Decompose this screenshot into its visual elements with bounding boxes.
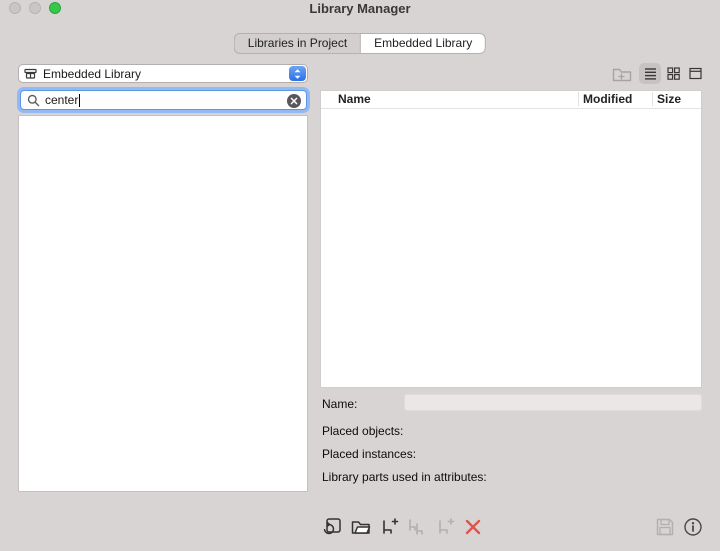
placed-objects-label: Placed objects:	[322, 424, 404, 438]
titlebar: Library Manager	[0, 0, 720, 28]
column-header-modified[interactable]: Modified	[583, 92, 632, 106]
table-body[interactable]	[321, 108, 701, 387]
search-text: center	[45, 93, 79, 107]
table-header: Name Modified Size	[321, 91, 701, 109]
list-view-icon	[644, 68, 656, 80]
save-icon	[656, 518, 674, 536]
new-folder-button[interactable]	[610, 64, 632, 84]
add-instance-button[interactable]	[431, 513, 459, 541]
single-view-icon	[688, 67, 702, 80]
library-parts-label: Library parts used in attributes:	[322, 470, 487, 484]
clear-search-button[interactable]	[287, 94, 301, 108]
tab-bar: Libraries in Project Embedded Library	[233, 33, 487, 54]
add-instance-icon	[439, 518, 455, 534]
placed-instances-label: Placed instances:	[322, 447, 417, 461]
duplicate-object-button[interactable]	[403, 513, 431, 541]
library-item-list[interactable]	[18, 115, 308, 492]
add-library-button[interactable]	[318, 513, 346, 541]
open-library-button[interactable]	[347, 513, 375, 541]
grid-view-button[interactable]	[662, 63, 684, 84]
file-table: Name Modified Size	[320, 90, 702, 388]
embedded-library-icon	[24, 67, 37, 80]
column-divider[interactable]	[578, 92, 579, 106]
delete-icon	[465, 519, 481, 535]
add-object-icon	[383, 518, 399, 534]
column-header-name[interactable]: Name	[338, 92, 371, 106]
info-button[interactable]	[679, 513, 707, 541]
library-dropdown-value: Embedded Library	[43, 66, 142, 81]
tab-embedded-library[interactable]: Embedded Library	[360, 33, 487, 54]
add-object-button[interactable]	[375, 513, 403, 541]
text-caret	[79, 93, 81, 107]
window-title: Library Manager	[309, 1, 411, 16]
delete-button[interactable]	[459, 513, 487, 541]
open-library-icon	[351, 521, 371, 534]
single-view-button[interactable]	[684, 63, 706, 84]
new-folder-icon	[612, 68, 632, 82]
list-view-button[interactable]	[639, 63, 661, 84]
column-divider[interactable]	[652, 92, 653, 106]
info-icon	[684, 518, 702, 536]
name-field[interactable]	[404, 394, 702, 411]
duplicate-object-icon	[409, 519, 423, 535]
tab-libraries-in-project[interactable]: Libraries in Project	[233, 33, 361, 54]
search-icon	[27, 94, 40, 107]
library-manager-window: Library Manager Libraries in Project Emb…	[0, 0, 720, 551]
close-icon	[290, 97, 298, 105]
search-input[interactable]: center	[20, 90, 307, 110]
column-header-size[interactable]: Size	[657, 92, 681, 106]
name-label: Name:	[322, 397, 358, 411]
library-dropdown[interactable]: Embedded Library	[18, 64, 308, 83]
chevron-up-down-icon	[289, 66, 306, 81]
add-library-icon	[323, 518, 341, 535]
grid-view-icon	[666, 67, 680, 80]
save-button[interactable]	[651, 513, 679, 541]
